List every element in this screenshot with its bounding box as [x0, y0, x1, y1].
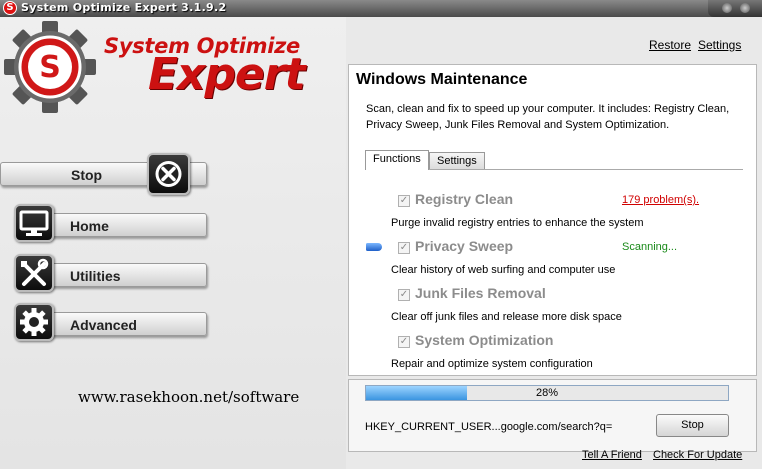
window-controls: [708, 0, 762, 17]
progress-bar: 28%: [365, 385, 729, 401]
restore-link[interactable]: Restore: [649, 38, 691, 52]
window-title: System Optimize Expert 3.1.9.2: [21, 1, 227, 14]
left-panel: S System Optimize Expert Stop Home Utili…: [0, 17, 346, 469]
scan-progress-panel: 28% HKEY_CURRENT_USER...google.com/searc…: [348, 379, 757, 452]
system-optimization-description: Repair and optimize system configuration: [391, 358, 593, 370]
system-optimization-checkbox[interactable]: ✓: [398, 336, 410, 348]
junk-files-label: Junk Files Removal: [415, 285, 546, 301]
nav-utilities-label: Utilities: [70, 268, 121, 284]
current-scan-item: HKEY_CURRENT_USER...google.com/search?q=: [365, 421, 613, 433]
nav-stop-label: Stop: [71, 167, 103, 183]
junk-files-description: Clear off junk files and release more di…: [391, 311, 622, 323]
junk-files-checkbox[interactable]: ✓: [398, 289, 410, 301]
minimize-button[interactable]: [722, 3, 732, 13]
registry-clean-status[interactable]: 179 problem(s).: [622, 194, 699, 206]
progress-label: 28%: [535, 387, 559, 399]
tell-a-friend-link[interactable]: Tell A Friend: [582, 449, 642, 461]
tools-icon[interactable]: [14, 254, 54, 292]
privacy-sweep-label: Privacy Sweep: [415, 238, 514, 254]
right-panel: Restore Settings Windows Maintenance Sca…: [346, 17, 762, 469]
maintenance-panel: Windows Maintenance Scan, clean and fix …: [348, 64, 757, 376]
registry-clean-checkbox[interactable]: ✓: [398, 195, 410, 207]
svg-text:S: S: [39, 50, 61, 85]
title-bar[interactable]: S System Optimize Expert 3.1.9.2: [0, 0, 762, 17]
logo-title-line2: Expert: [148, 49, 306, 100]
tab-functions[interactable]: Functions: [365, 150, 429, 170]
registry-clean-description: Purge invalid registry entries to enhanc…: [391, 217, 644, 229]
stop-scan-button[interactable]: Stop: [656, 414, 729, 437]
check-for-update-link[interactable]: Check For Update: [653, 449, 742, 461]
current-task-arrow-icon: [366, 243, 382, 251]
nav-home-label: Home: [70, 218, 109, 234]
privacy-sweep-description: Clear history of web surfing and compute…: [391, 264, 616, 276]
gear-icon[interactable]: [14, 303, 54, 341]
stop-icon[interactable]: [147, 153, 190, 195]
app-icon: S: [3, 1, 17, 15]
system-optimization-label: System Optimization: [415, 332, 554, 348]
settings-link[interactable]: Settings: [698, 38, 741, 52]
page-title: Windows Maintenance: [356, 71, 528, 88]
website-watermark: www.rasekhoon.net/software: [78, 388, 300, 406]
nav-advanced-label: Advanced: [70, 317, 137, 333]
registry-clean-label: Registry Clean: [415, 191, 514, 207]
privacy-sweep-checkbox[interactable]: ✓: [398, 242, 410, 254]
page-description: Scan, clean and fix to speed up your com…: [366, 103, 730, 131]
gear-logo-icon: S: [4, 21, 96, 113]
tab-settings[interactable]: Settings: [429, 152, 485, 169]
privacy-sweep-status: Scanning...: [622, 241, 678, 253]
monitor-icon[interactable]: [14, 204, 54, 242]
tab-bar: Functions Settings: [365, 150, 743, 170]
close-button[interactable]: [740, 3, 750, 13]
